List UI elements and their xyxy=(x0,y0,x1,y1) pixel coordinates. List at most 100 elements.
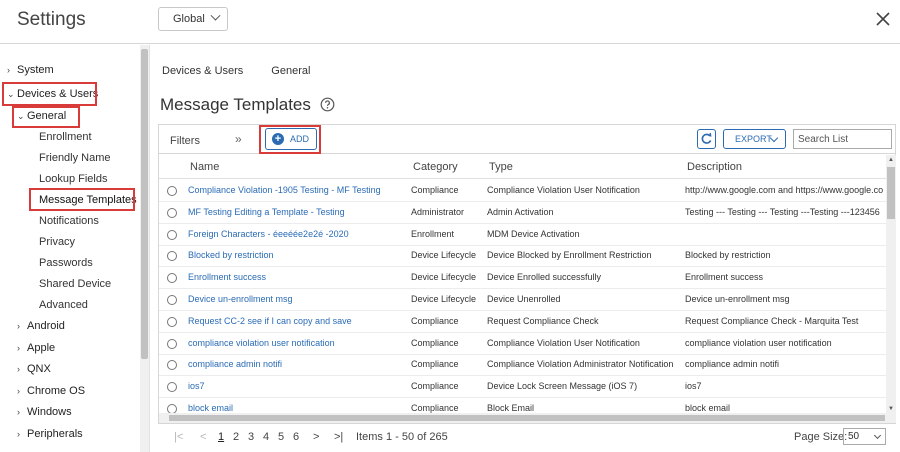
grid-horizontal-scroll-thumb[interactable] xyxy=(169,415,885,421)
row-name-link[interactable]: Device un-enrollment msg xyxy=(188,294,408,304)
row-description: compliance admin notifi xyxy=(685,359,780,370)
sidebar-item-notifications[interactable]: Notifications xyxy=(39,215,99,227)
row-select-radio[interactable] xyxy=(167,382,177,393)
table-row[interactable]: MF Testing Editing a Template - Testing A… xyxy=(159,202,886,224)
search-input[interactable] xyxy=(793,129,892,149)
grid-vertical-scroll-thumb[interactable] xyxy=(887,167,895,219)
breadcrumb-devices-users[interactable]: Devices & Users xyxy=(162,65,243,77)
row-select-radio[interactable] xyxy=(167,273,177,284)
row-select-radio[interactable] xyxy=(167,338,177,349)
pager-prev-button[interactable]: < xyxy=(200,431,206,443)
sidebar-item-system[interactable]: › System xyxy=(7,64,54,76)
sidebar-item-privacy[interactable]: Privacy xyxy=(39,236,75,248)
column-header-description[interactable]: Description xyxy=(687,161,742,173)
pager-next-button[interactable]: > xyxy=(313,431,319,443)
row-type: Compliance Violation User Notification xyxy=(487,185,640,195)
row-name-link[interactable]: MF Testing Editing a Template - Testing xyxy=(188,207,408,217)
grid-toolbar: Filters » + ADD EXPORT xyxy=(159,125,895,154)
row-description: Enrollment success xyxy=(685,272,764,283)
row-name-link[interactable]: Compliance Violation -1905 Testing - MF … xyxy=(188,185,408,195)
table-row[interactable]: Blocked by restriction Device Lifecycle De… xyxy=(159,245,886,268)
page-size-dropdown[interactable]: 50 xyxy=(843,428,886,445)
row-select-radio[interactable] xyxy=(167,207,177,218)
row-select-radio[interactable] xyxy=(167,360,177,371)
scroll-down-icon[interactable]: ▼ xyxy=(888,406,894,412)
sidebar-item-chrome-os[interactable]: › Chrome OS xyxy=(17,385,85,397)
row-name-link[interactable]: Blocked by restriction xyxy=(188,250,408,260)
row-name-link[interactable]: Foreign Characters - éeeéée2e2é -2020 xyxy=(188,229,408,239)
pager-page-4[interactable]: 4 xyxy=(263,431,269,443)
sidebar-item-qnx[interactable]: › QNX xyxy=(17,363,51,375)
sidebar-item-apple[interactable]: › Apple xyxy=(17,342,55,354)
table-row[interactable]: Enrollment success Device Lifecycle Device… xyxy=(159,267,886,290)
chevron-down-icon xyxy=(873,431,882,440)
pager-last-button[interactable]: >| xyxy=(334,431,343,443)
pager-page-6[interactable]: 6 xyxy=(293,431,299,443)
grid-horizontal-scrollbar[interactable] xyxy=(159,413,896,423)
row-category: Enrollment xyxy=(411,228,455,239)
row-name-link[interactable]: Enrollment success xyxy=(188,272,408,282)
grid-vertical-scrollbar[interactable]: ▲ ▼ xyxy=(886,155,896,413)
sidebar-item-peripherals[interactable]: › Peripherals xyxy=(17,428,83,440)
scroll-up-icon[interactable]: ▲ xyxy=(888,157,894,163)
page-size-label: Page Size: xyxy=(794,431,848,443)
filters-label[interactable]: Filters xyxy=(170,135,200,147)
sidebar-item-windows[interactable]: › Windows xyxy=(17,406,72,418)
pager-page-5[interactable]: 5 xyxy=(278,431,284,443)
row-select-radio[interactable] xyxy=(167,229,177,240)
row-category: Compliance xyxy=(411,315,459,326)
row-name-link[interactable]: Request CC-2 see if I can copy and save xyxy=(188,316,408,326)
caret-right-icon: › xyxy=(17,407,20,417)
row-description: block email xyxy=(685,403,731,413)
column-header-type[interactable]: Type xyxy=(489,161,513,173)
templates-grid: Filters » + ADD EXPORT Name Category Typ… xyxy=(158,124,896,424)
caret-right-icon: › xyxy=(17,343,20,353)
row-select-radio[interactable] xyxy=(167,316,177,327)
sidebar-item-android[interactable]: › Android xyxy=(17,320,65,332)
table-row[interactable]: Foreign Characters - éeeéée2e2é -2020 Enr… xyxy=(159,224,886,246)
pager-page-2[interactable]: 2 xyxy=(233,431,239,443)
scope-dropdown[interactable]: Global xyxy=(158,7,228,31)
help-icon[interactable] xyxy=(320,97,335,112)
row-select-radio[interactable] xyxy=(167,186,177,196)
table-row[interactable]: Request CC-2 see if I can copy and save C… xyxy=(159,311,886,333)
pager-page-1[interactable]: 1 xyxy=(218,431,224,443)
table-row[interactable]: Device un-enrollment msg Device Lifecycle… xyxy=(159,289,886,311)
sidebar-item-enrollment[interactable]: Enrollment xyxy=(39,131,92,143)
row-select-radio[interactable] xyxy=(167,251,177,262)
sidebar-item-passwords[interactable]: Passwords xyxy=(39,257,93,269)
double-chevron-right-icon[interactable]: » xyxy=(235,132,242,146)
row-type: Device Unenrolled xyxy=(487,294,561,304)
chevron-down-icon xyxy=(210,10,221,21)
table-row[interactable]: ios7 Compliance Device Lock Screen Message… xyxy=(159,376,886,399)
export-button[interactable]: EXPORT xyxy=(723,129,786,149)
sidebar-item-advanced[interactable]: Advanced xyxy=(39,299,88,311)
table-row[interactable]: Compliance Violation -1905 Testing - MF … xyxy=(159,180,886,202)
caret-right-icon: › xyxy=(17,429,20,439)
close-icon[interactable] xyxy=(874,10,892,28)
sidebar: › System ⌄ Devices & Users ⌄ General Enroll… xyxy=(0,45,150,452)
sidebar-item-lookup-fields[interactable]: Lookup Fields xyxy=(39,173,108,185)
row-category: Compliance xyxy=(411,381,459,392)
row-name-link[interactable]: compliance admin notifi xyxy=(188,359,408,369)
row-category: Compliance xyxy=(411,403,459,413)
sidebar-item-friendly-name[interactable]: Friendly Name xyxy=(39,152,111,164)
pager-page-3[interactable]: 3 xyxy=(248,431,254,443)
breadcrumb: Devices & Users General xyxy=(162,65,310,77)
row-select-radio[interactable] xyxy=(167,295,177,305)
column-header-category[interactable]: Category xyxy=(413,161,458,173)
sidebar-item-shared-device[interactable]: Shared Device xyxy=(39,278,111,290)
row-type: Device Blocked by Enrollment Restriction xyxy=(487,250,652,261)
row-name-link[interactable]: ios7 xyxy=(188,381,408,391)
sidebar-scroll-thumb[interactable] xyxy=(141,49,148,359)
table-row[interactable]: compliance admin notifi Compliance Complia… xyxy=(159,354,886,377)
highlight-message-templates xyxy=(29,188,135,211)
pager-first-button[interactable]: |< xyxy=(174,431,183,443)
row-type: Request Compliance Check xyxy=(487,315,599,326)
refresh-button[interactable] xyxy=(697,129,716,149)
row-name-link[interactable]: compliance violation user notification xyxy=(188,338,408,348)
table-row[interactable]: compliance violation user notification Co… xyxy=(159,333,886,355)
sidebar-scrollbar[interactable] xyxy=(140,45,149,452)
row-name-link[interactable]: block email xyxy=(188,403,408,413)
column-header-name[interactable]: Name xyxy=(190,161,219,173)
